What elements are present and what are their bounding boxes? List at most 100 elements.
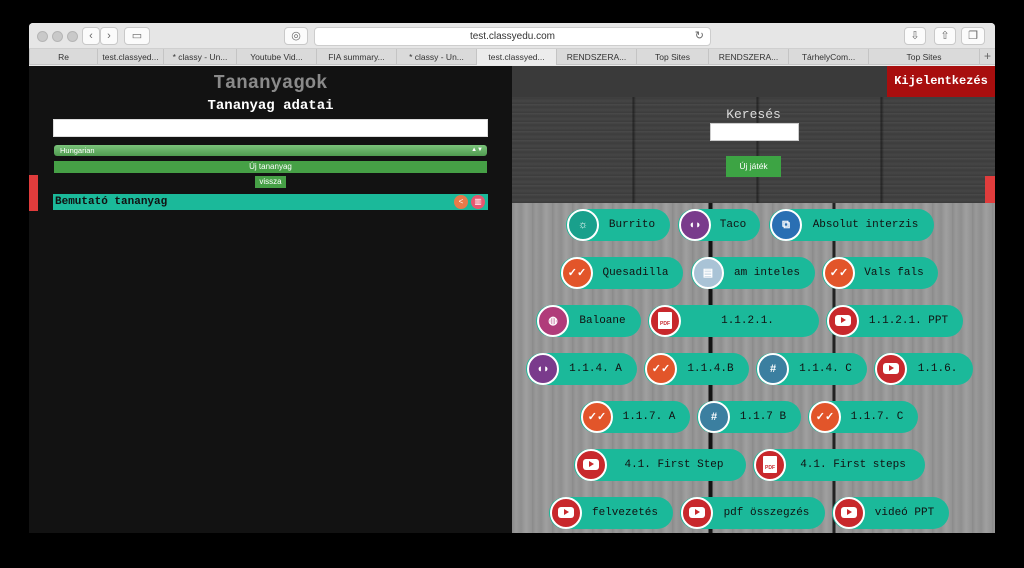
forward-nav-icon[interactable]: › [100,27,118,45]
game-button[interactable]: videó PPT [832,497,949,529]
downloads-icon[interactable]: ⇩ [904,27,926,45]
check-icon: ✓✓ [809,401,841,433]
search-input[interactable] [710,123,799,141]
game-button[interactable]: pdf összegzés [680,497,825,529]
game-button[interactable]: ✓✓ 1.1.7. C [808,401,918,433]
new-game-button[interactable]: Új játék [726,156,781,177]
browser-tab[interactable]: RENDSZERA... [708,49,788,65]
sidebar-toggle-icon[interactable]: ▭ [124,27,150,45]
game-button[interactable]: 4.1. First Step [574,449,746,481]
game-label: 1.1.2.1. [721,315,774,327]
game-button[interactable]: ✓✓ Quesadilla [560,257,683,289]
game-label: Quesadilla [602,267,669,279]
material-row[interactable]: Bemutató tananyag < ▥ [53,194,488,210]
game-label: am inteles [733,267,800,279]
pdf-badge: PDF [763,455,777,473]
logout-button[interactable]: Kijelentkezés [887,66,995,97]
browser-tab-active[interactable]: test.classyed... [476,49,556,65]
game-label: 1.1.4. A [569,363,622,375]
game-button[interactable]: ✓✓ Vals fals [822,257,938,289]
materials-panel: Tananyagok Tananyag adatai Hungarian ▲▼ … [29,66,512,533]
new-material-button[interactable]: Új tananyag [54,161,487,173]
game-label: pdf összegzés [723,507,810,519]
game-label: 1.1.6. [917,363,958,375]
left-drawer-handle[interactable] [29,175,38,211]
close-window-icon[interactable] [37,31,48,42]
game-button[interactable]: PDF 1.1.2.1. [648,305,819,337]
section-title: Tananyag adatai [207,98,334,114]
check-icon: ✓✓ [823,257,855,289]
new-tab-button[interactable]: + [979,49,995,65]
game-label: felvezetés [591,507,658,519]
video-icon [827,305,859,337]
game-button[interactable]: felvezetés [549,497,673,529]
game-button[interactable]: ◍ Baloane [536,305,641,337]
grid-icon: # [757,353,789,385]
game-label: 1.1.4.B [687,363,734,375]
game-label: 1.1.2.1. PPT [868,315,949,327]
video-icon [681,497,713,529]
check-icon: ✓✓ [645,353,677,385]
fish-icon: ◖◗ [679,209,711,241]
language-select-value: Hungarian [60,146,95,155]
browser-tab[interactable]: RENDSZERA... [556,49,636,65]
check-icon: ✓✓ [561,257,593,289]
video-icon [833,497,865,529]
game-button[interactable]: # 1.1.4. C [756,353,867,385]
minimize-window-icon[interactable] [52,31,63,42]
game-label: 1.1.7. A [622,411,676,423]
url-bar[interactable]: test.classyedu.com ↻ [314,27,711,46]
zoom-window-icon[interactable] [67,31,78,42]
back-nav-icon[interactable]: ‹ [82,27,100,45]
url-text: test.classyedu.com [469,31,556,42]
search-title: Keresés [726,107,781,122]
browser-tab[interactable]: Youtube Vid... [236,49,316,65]
privacy-shield-icon[interactable]: ◎ [284,27,308,45]
game-label: Burrito [608,219,656,231]
game-label: 1.1.7. C [850,411,904,423]
browser-tab[interactable]: Top Sites [868,49,979,65]
browser-tab[interactable]: Re [29,49,97,65]
pdf-icon: PDF [754,449,786,481]
language-select[interactable]: Hungarian ▲▼ [54,145,487,156]
browser-tab[interactable]: * classy - Un... [163,49,236,65]
reload-icon[interactable]: ↻ [695,28,704,45]
tabs-overview-icon[interactable]: ❐ [961,27,985,45]
game-label: 1.1.7 B [739,411,787,423]
share-icon[interactable]: ⇧ [934,27,956,45]
puzzle-icon: ⧉ [770,209,802,241]
pdf-badge: PDF [658,311,672,329]
game-button[interactable]: 1.1.2.1. PPT [826,305,963,337]
video-icon [875,353,907,385]
game-button[interactable]: ⧉ Absolut interzis [769,209,934,241]
material-name-input[interactable] [53,119,488,137]
fish-icon: ◖◗ [527,353,559,385]
game-button[interactable]: ▤ am inteles [691,257,815,289]
game-button[interactable]: ◖◗ Taco [678,209,760,241]
trash-icon[interactable]: ▥ [471,195,485,209]
page-title: Tananyagok [213,72,328,94]
chevron-updown-icon: ▲▼ [471,147,483,153]
game-label: videó PPT [874,507,935,519]
game-button[interactable]: 1.1.6. [874,353,973,385]
browser-tab[interactable]: Top Sites [636,49,708,65]
share-icon[interactable]: < [454,195,468,209]
video-icon [550,497,582,529]
game-button[interactable]: ✓✓ 1.1.7. A [580,401,690,433]
browser-toolbar: ‹ › ▭ ◎ test.classyedu.com ↻ ⇩ ⇧ ❐ [29,23,995,49]
sun-icon: ☼ [567,209,599,241]
browser-tab[interactable]: test.classyed... [97,49,163,65]
game-button[interactable]: PDF 4.1. First steps [753,449,925,481]
game-button[interactable]: # 1.1.7 B [697,401,801,433]
game-label: Taco [719,219,747,231]
pdf-icon: PDF [649,305,681,337]
browser-tab[interactable]: * classy - Un... [396,49,476,65]
browser-tab[interactable]: FIA summary... [316,49,396,65]
browser-tab[interactable]: TárhelyCom... [788,49,868,65]
top-bar: Kijelentkezés [512,66,995,97]
back-button[interactable]: vissza [255,176,286,188]
game-button[interactable]: ☼ Burrito [566,209,670,241]
book-icon: ▤ [692,257,724,289]
game-button[interactable]: ✓✓ 1.1.4.B [644,353,749,385]
game-button[interactable]: ◖◗ 1.1.4. A [526,353,637,385]
